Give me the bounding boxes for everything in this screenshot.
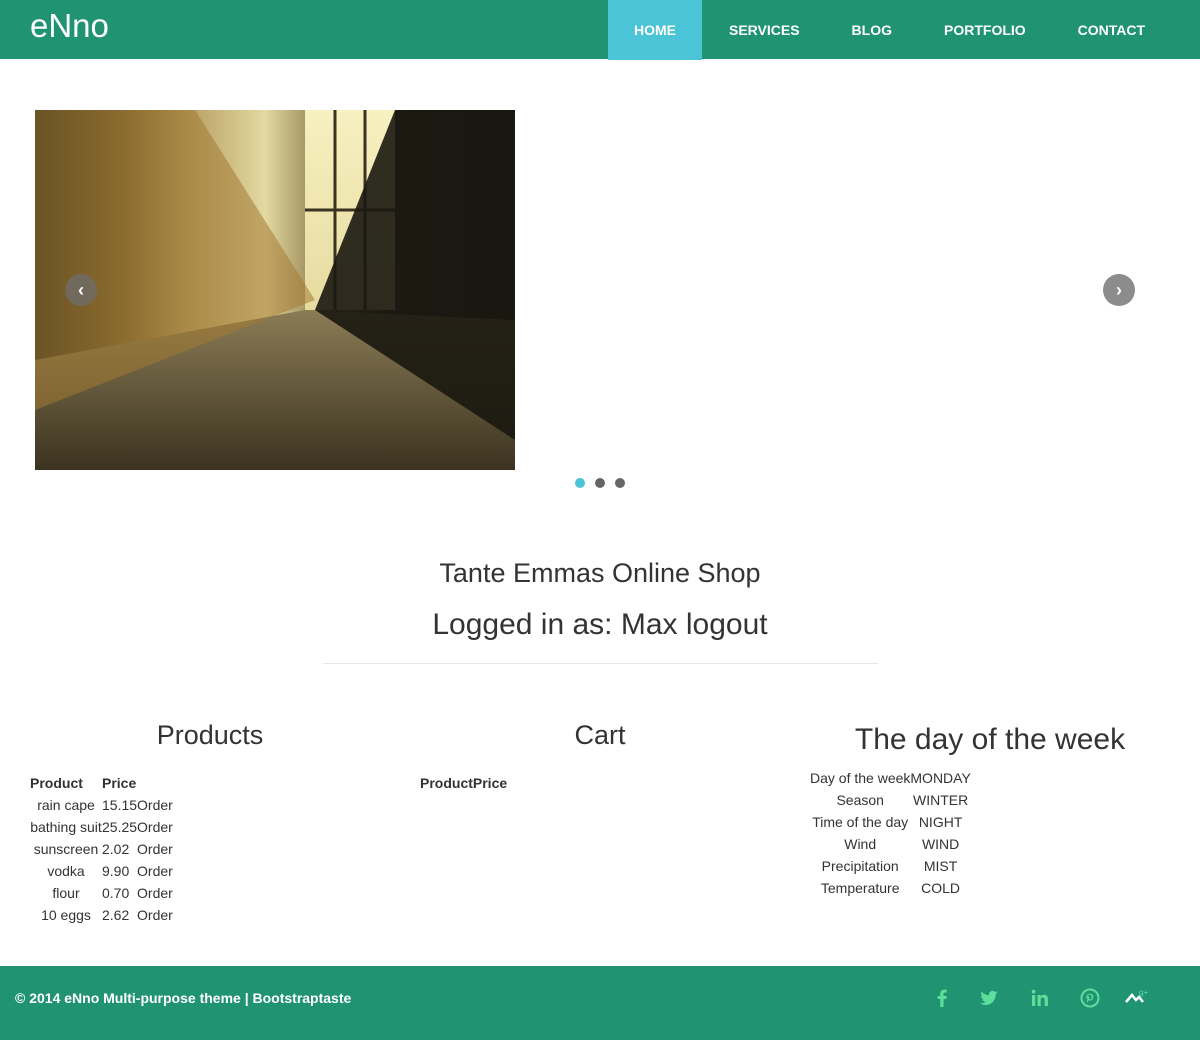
order-button[interactable]: Order: [137, 904, 173, 926]
order-button[interactable]: Order: [137, 816, 173, 838]
week-label: Temperature: [820, 880, 900, 896]
week-label: Day of the week: [810, 770, 911, 786]
shop-title: Tante Emmas Online Shop: [439, 558, 761, 588]
week-label: Season: [836, 792, 884, 808]
week-value: COLD: [921, 880, 961, 896]
column-header-product: Product: [30, 775, 83, 791]
product-price: 2.62: [102, 907, 130, 923]
order-button[interactable]: Order: [137, 838, 173, 860]
table-row: Time of the day NIGHT: [810, 811, 971, 833]
chevron-left-icon: ‹: [78, 280, 84, 300]
table-row: sunscreen 2.02 Order: [30, 838, 173, 860]
week-title: The day of the week: [854, 723, 1126, 756]
table-row: flour 0.70 Order: [30, 882, 173, 904]
week-label: Time of the day: [812, 814, 909, 830]
table-row: vodka 9.90 Order: [30, 860, 173, 882]
main-nav: HOME SERVICES BLOG PORTFOLIO CONTACT: [608, 0, 1171, 60]
week-value: WINTER: [912, 792, 969, 808]
product-name: 10 eggs: [41, 907, 91, 923]
nav-services[interactable]: SERVICES: [702, 0, 826, 60]
product-name: bathing suit: [30, 819, 102, 835]
twitter-icon[interactable]: [977, 986, 1001, 1010]
column-header-price: Price: [102, 775, 137, 791]
copyright-text: © 2014 eNno Multi-purpose theme | Bootst…: [15, 990, 352, 1006]
order-button[interactable]: Order: [137, 882, 173, 904]
week-value: NIGHT: [918, 814, 963, 830]
products-title: Products: [156, 720, 264, 750]
week-label: Precipitation: [821, 858, 899, 874]
linkedin-icon[interactable]: [1028, 986, 1052, 1010]
brand-logo[interactable]: eNno: [30, 6, 109, 46]
cart-title: Cart: [574, 720, 626, 750]
week-value: MIST: [923, 858, 958, 874]
google-plus-icon[interactable]: g+: [1124, 986, 1148, 1010]
product-price: 2.02: [102, 841, 130, 857]
product-name: flour: [52, 885, 80, 901]
table-row: 10 eggs 2.62 Order: [30, 904, 173, 926]
table-header-row: Product Price: [30, 772, 173, 794]
product-price: 25.25: [102, 819, 138, 835]
table-row: Season WINTER: [810, 789, 971, 811]
product-price: 15.15: [102, 797, 138, 813]
column-header-action: [137, 772, 173, 794]
table-row: Temperature COLD: [810, 877, 971, 899]
carousel-indicator[interactable]: [595, 478, 605, 488]
products-table: Product Price rain cape 15.15 Order bath…: [30, 772, 173, 926]
week-label: Wind: [844, 836, 877, 852]
carousel-indicators: [575, 478, 625, 488]
order-button[interactable]: Order: [137, 860, 173, 882]
logout-link[interactable]: logout: [686, 608, 768, 641]
carousel-prev-button[interactable]: ‹: [65, 274, 97, 306]
carousel-slide-image: [35, 110, 515, 470]
week-value: MONDAY: [910, 770, 971, 786]
table-row: rain cape 15.15 Order: [30, 794, 173, 816]
product-name: rain cape: [37, 797, 95, 813]
image-carousel: ‹ ›: [35, 110, 1165, 470]
navbar: eNno HOME SERVICES BLOG PORTFOLIO CONTAC…: [0, 0, 1200, 60]
pinterest-icon[interactable]: [1078, 986, 1102, 1010]
column-header-product: Product: [420, 775, 473, 791]
svg-text:g+: g+: [1139, 988, 1148, 997]
product-name: sunscreen: [33, 841, 99, 857]
footer: © 2014 eNno Multi-purpose theme | Bootst…: [0, 966, 1200, 1040]
table-row: bathing suit 25.25 Order: [30, 816, 173, 838]
column-header-price: Price: [472, 775, 508, 791]
logged-in-label: Logged in as:: [432, 608, 621, 641]
order-button[interactable]: Order: [137, 794, 173, 816]
nav-blog[interactable]: BLOG: [826, 0, 918, 60]
week-value: WIND: [921, 836, 960, 852]
table-row: Day of the week MONDAY: [810, 767, 971, 789]
carousel-indicator[interactable]: [615, 478, 625, 488]
week-table: Day of the week MONDAY Season WINTER Tim…: [810, 767, 971, 899]
product-name: vodka: [47, 863, 85, 879]
nav-portfolio[interactable]: PORTFOLIO: [918, 0, 1052, 60]
username: Max: [620, 608, 678, 641]
product-price: 0.70: [102, 885, 130, 901]
nav-contact[interactable]: CONTACT: [1052, 0, 1171, 60]
nav-home[interactable]: HOME: [608, 0, 702, 60]
table-header-row: Product Price: [420, 772, 507, 794]
login-status: Logged in as: Max logout: [0, 608, 1200, 642]
carousel-indicator[interactable]: [575, 478, 585, 488]
cart-table: Product Price: [420, 772, 507, 794]
chevron-right-icon: ›: [1116, 280, 1122, 300]
divider: [323, 663, 878, 664]
product-price: 9.90: [102, 863, 130, 879]
table-row: Precipitation MIST: [810, 855, 971, 877]
carousel-next-button[interactable]: ›: [1103, 274, 1135, 306]
table-row: Wind WIND: [810, 833, 971, 855]
facebook-icon[interactable]: [930, 986, 954, 1010]
